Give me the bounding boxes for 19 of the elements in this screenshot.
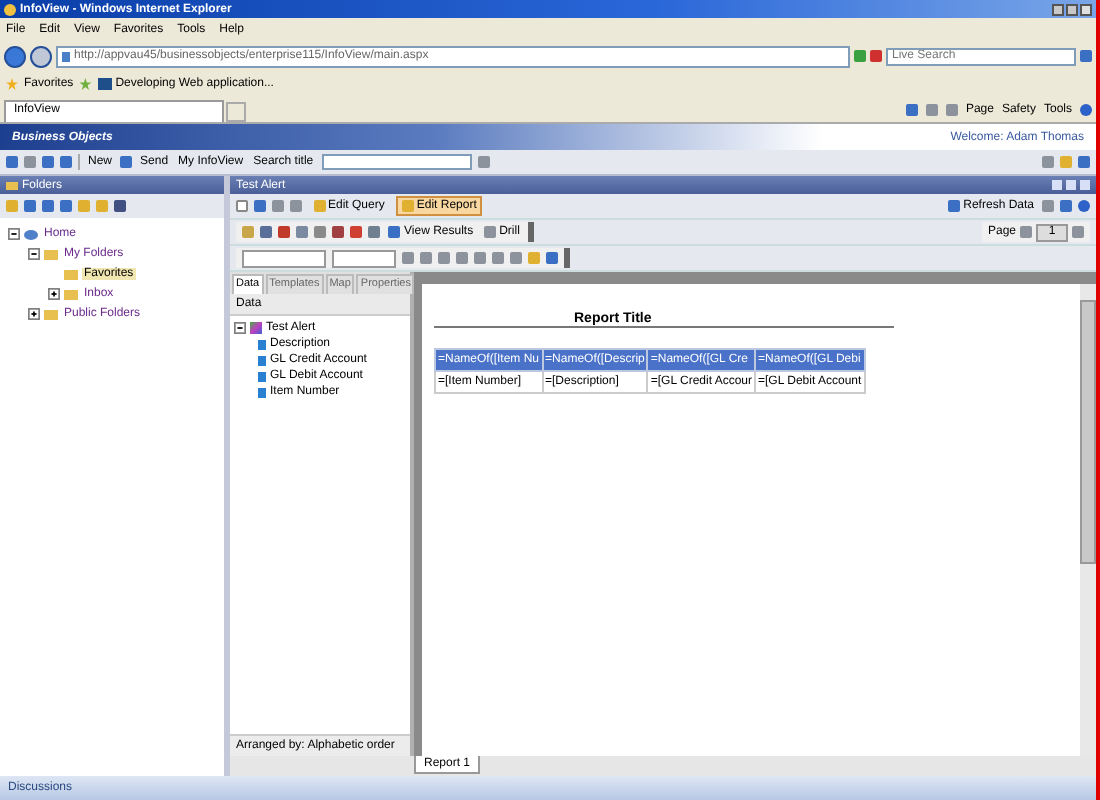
expander-icon[interactable] bbox=[234, 322, 246, 334]
forward-button[interactable] bbox=[30, 45, 52, 67]
new-document-icon[interactable] bbox=[236, 200, 248, 212]
search-field[interactable] bbox=[321, 154, 472, 170]
query-icon bbox=[250, 322, 262, 334]
scrollbar[interactable] bbox=[1080, 284, 1096, 756]
expander-icon[interactable] bbox=[28, 248, 40, 260]
expander-icon[interactable] bbox=[48, 288, 60, 300]
font-dropdown[interactable] bbox=[242, 249, 326, 267]
size-dropdown[interactable] bbox=[332, 249, 396, 267]
back-button[interactable] bbox=[4, 45, 26, 67]
new-tab-button[interactable] bbox=[226, 102, 246, 122]
maximize-button[interactable] bbox=[1066, 3, 1078, 15]
page-icon bbox=[62, 51, 70, 61]
close-button[interactable] bbox=[1080, 3, 1092, 15]
expander-icon[interactable] bbox=[8, 228, 20, 240]
expander-icon[interactable] bbox=[28, 308, 40, 320]
minimize-button[interactable] bbox=[1052, 3, 1064, 15]
add-favorite-icon[interactable] bbox=[79, 78, 92, 90]
